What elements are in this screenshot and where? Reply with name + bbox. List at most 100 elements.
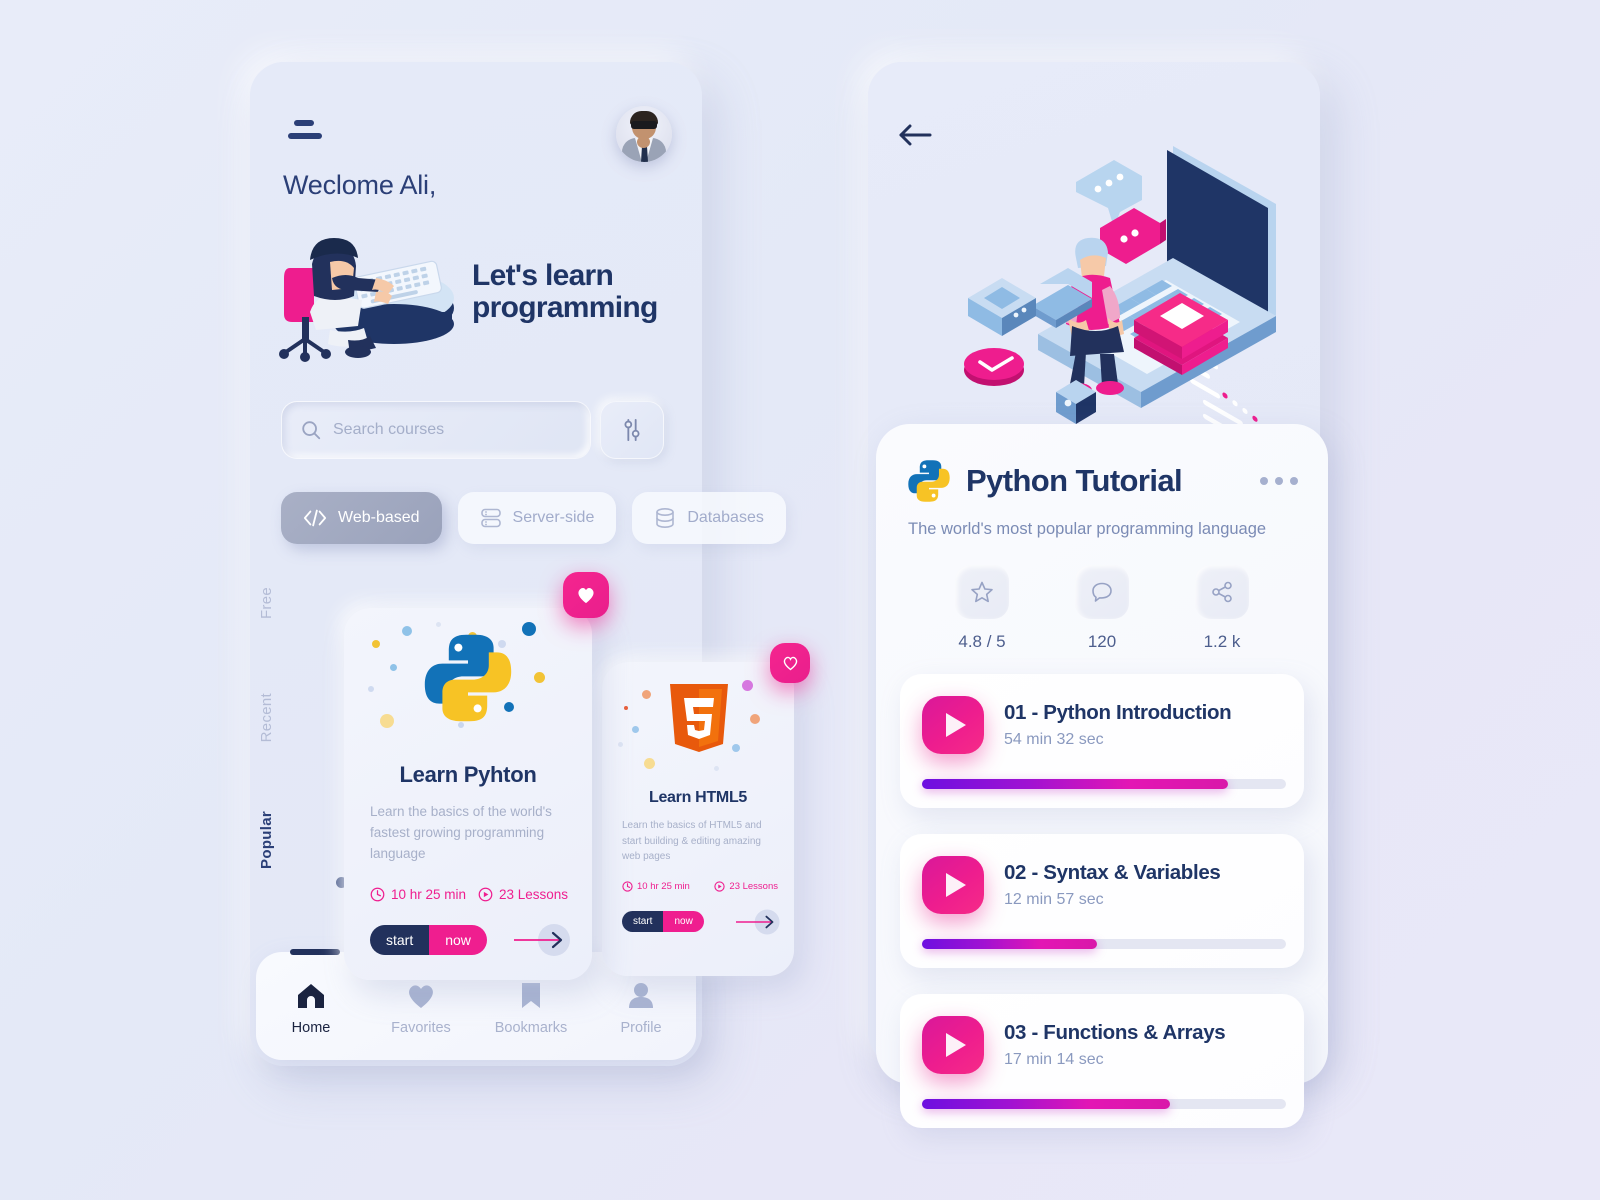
nav-item-profile[interactable]: Profile: [595, 982, 687, 1036]
search-icon: [302, 421, 321, 440]
lesson-duration: 12 min 57 sec: [1004, 891, 1104, 908]
progress-fill: [922, 1099, 1170, 1109]
start-label: start: [622, 911, 664, 932]
avatar[interactable]: [616, 106, 672, 162]
sliders-filter-icon: [624, 418, 640, 441]
course-lessons: 23 Lessons: [478, 887, 568, 902]
chip-databases[interactable]: Databases: [632, 492, 786, 544]
lesson-item[interactable]: 01 - Python Introduction 54 min 32 sec: [900, 674, 1304, 808]
play-icon[interactable]: [922, 856, 984, 914]
course-card-html5[interactable]: Learn HTML5 Learn the basics of HTML5 an…: [602, 662, 794, 976]
category-chips: Web-based Server-side Databases: [281, 492, 786, 544]
hamburger-menu-icon[interactable]: [282, 120, 322, 142]
progress-bar[interactable]: [922, 779, 1286, 789]
course-description: Learn the basics of HTML5 and start buil…: [622, 820, 762, 862]
person-on-laptop-isometric-illustration: [964, 146, 1276, 430]
heart-outline-icon: [783, 656, 797, 671]
progress-fill: [922, 939, 1097, 949]
play-icon[interactable]: [922, 696, 984, 754]
progress-bar[interactable]: [922, 939, 1286, 949]
duration-text: 10 hr 25 min: [391, 886, 467, 902]
duration-text: 10 hr 25 min: [637, 880, 690, 892]
python-logo: [424, 634, 512, 722]
play-circle-icon: [478, 887, 493, 902]
chip-label: Databases: [687, 509, 764, 526]
course-title: Learn Pyhton: [399, 762, 537, 787]
welcome-greeting: Weclome Ali,: [283, 170, 437, 200]
menu-line-top: [294, 120, 314, 126]
star-icon-button[interactable]: [955, 565, 1009, 619]
avatar-hand: [637, 136, 650, 148]
stat-value: 120: [1087, 632, 1117, 651]
lesson-title: 01 - Python Introduction: [1004, 701, 1232, 724]
start-now-button[interactable]: start now: [622, 911, 704, 932]
python-logo-area: [344, 608, 592, 758]
clock-icon: [622, 880, 633, 892]
stat-comments: 120: [1050, 565, 1154, 652]
chip-label: Server-side: [512, 509, 595, 526]
database-icon: [656, 507, 675, 528]
course-duration: 10 hr 25 min: [370, 887, 466, 902]
course-stats: 4.8 / 5 120 1.2 k: [876, 539, 1328, 652]
course-detail-card: Python Tutorial The world's most popular…: [876, 424, 1328, 1128]
nav-label: Favorites: [391, 1019, 451, 1036]
course-detail-title: Python Tutorial: [966, 463, 1183, 498]
stat-rating: 4.8 / 5: [930, 565, 1034, 652]
lesson-info: 03 - Functions & Arrays 17 min 14 sec: [1004, 1021, 1226, 1069]
course-go-arrow[interactable]: [512, 922, 570, 958]
heart-filled-icon: [578, 587, 594, 604]
course-card-python[interactable]: Learn Pyhton Learn the basics of the wor…: [344, 608, 592, 980]
html5-logo-area: [602, 662, 794, 787]
share-icon-button[interactable]: [1195, 565, 1249, 619]
search-placeholder: Search courses: [333, 421, 445, 438]
favorite-button-python[interactable]: [563, 572, 609, 618]
lesson-title: 02 - Syntax & Variables: [1004, 861, 1221, 884]
sort-option-recent[interactable]: Recent: [258, 693, 275, 742]
progress-bar[interactable]: [922, 1099, 1286, 1109]
sort-option-popular[interactable]: Popular: [258, 811, 275, 869]
chip-web-based[interactable]: Web-based: [281, 492, 442, 544]
nav-item-favorites[interactable]: Favorites: [375, 983, 467, 1036]
nav-label: Home: [291, 1019, 331, 1036]
heart-icon: [409, 984, 433, 1008]
course-lessons: 23 Lessons: [714, 881, 778, 892]
nav-item-bookmarks[interactable]: Bookmarks: [485, 982, 577, 1036]
course-go-arrow[interactable]: [734, 908, 780, 936]
stat-value: 4.8 / 5: [958, 632, 1006, 651]
start-now-button[interactable]: start now: [370, 924, 487, 955]
start-label: start: [370, 924, 430, 955]
play-icon[interactable]: [922, 1016, 984, 1074]
lesson-duration: 54 min 32 sec: [1004, 731, 1104, 748]
share-icon: [1212, 581, 1232, 603]
page-title: Let's learn programming: [472, 259, 658, 325]
stat-shares: 1.2 k: [1170, 565, 1274, 652]
search-input[interactable]: Search courses: [281, 401, 591, 459]
now-label: now: [663, 911, 704, 932]
chip-label: Web-based: [338, 509, 420, 526]
course-meta: 10 hr 25 min 23 Lessons: [602, 865, 794, 892]
arrow-right-icon: [514, 923, 570, 956]
chip-server-side[interactable]: Server-side: [457, 492, 617, 544]
person-icon: [629, 983, 653, 1008]
filter-button[interactable]: [600, 401, 664, 459]
nav-item-home[interactable]: Home: [265, 983, 357, 1036]
lesson-item[interactable]: 03 - Functions & Arrays 17 min 14 sec: [900, 994, 1304, 1128]
server-icon: [480, 508, 501, 528]
play-circle-icon: [714, 880, 726, 892]
sort-option-free[interactable]: Free: [258, 587, 275, 619]
comment-icon-button[interactable]: [1075, 565, 1129, 619]
bookmark-icon: [522, 983, 540, 1008]
arrow-right-icon: [736, 909, 780, 934]
more-horizontal-icon[interactable]: [1260, 477, 1298, 485]
left-phone-screen: Weclome Ali, Let's learn programming Sea…: [250, 62, 810, 1066]
course-actions: start now: [344, 902, 592, 958]
clock-icon: [370, 887, 385, 902]
code-brackets-icon: [303, 509, 327, 527]
favorite-button-html5[interactable]: [770, 643, 810, 683]
lesson-title: 03 - Functions & Arrays: [1004, 1021, 1226, 1044]
lesson-item[interactable]: 02 - Syntax & Variables 12 min 57 sec: [900, 834, 1304, 968]
lesson-duration: 17 min 14 sec: [1004, 1051, 1104, 1068]
menu-line-bottom: [288, 133, 322, 139]
course-detail-subtitle: The world's most popular programming lan…: [908, 520, 1267, 538]
lesson-info: 01 - Python Introduction 54 min 32 sec: [1004, 701, 1232, 749]
